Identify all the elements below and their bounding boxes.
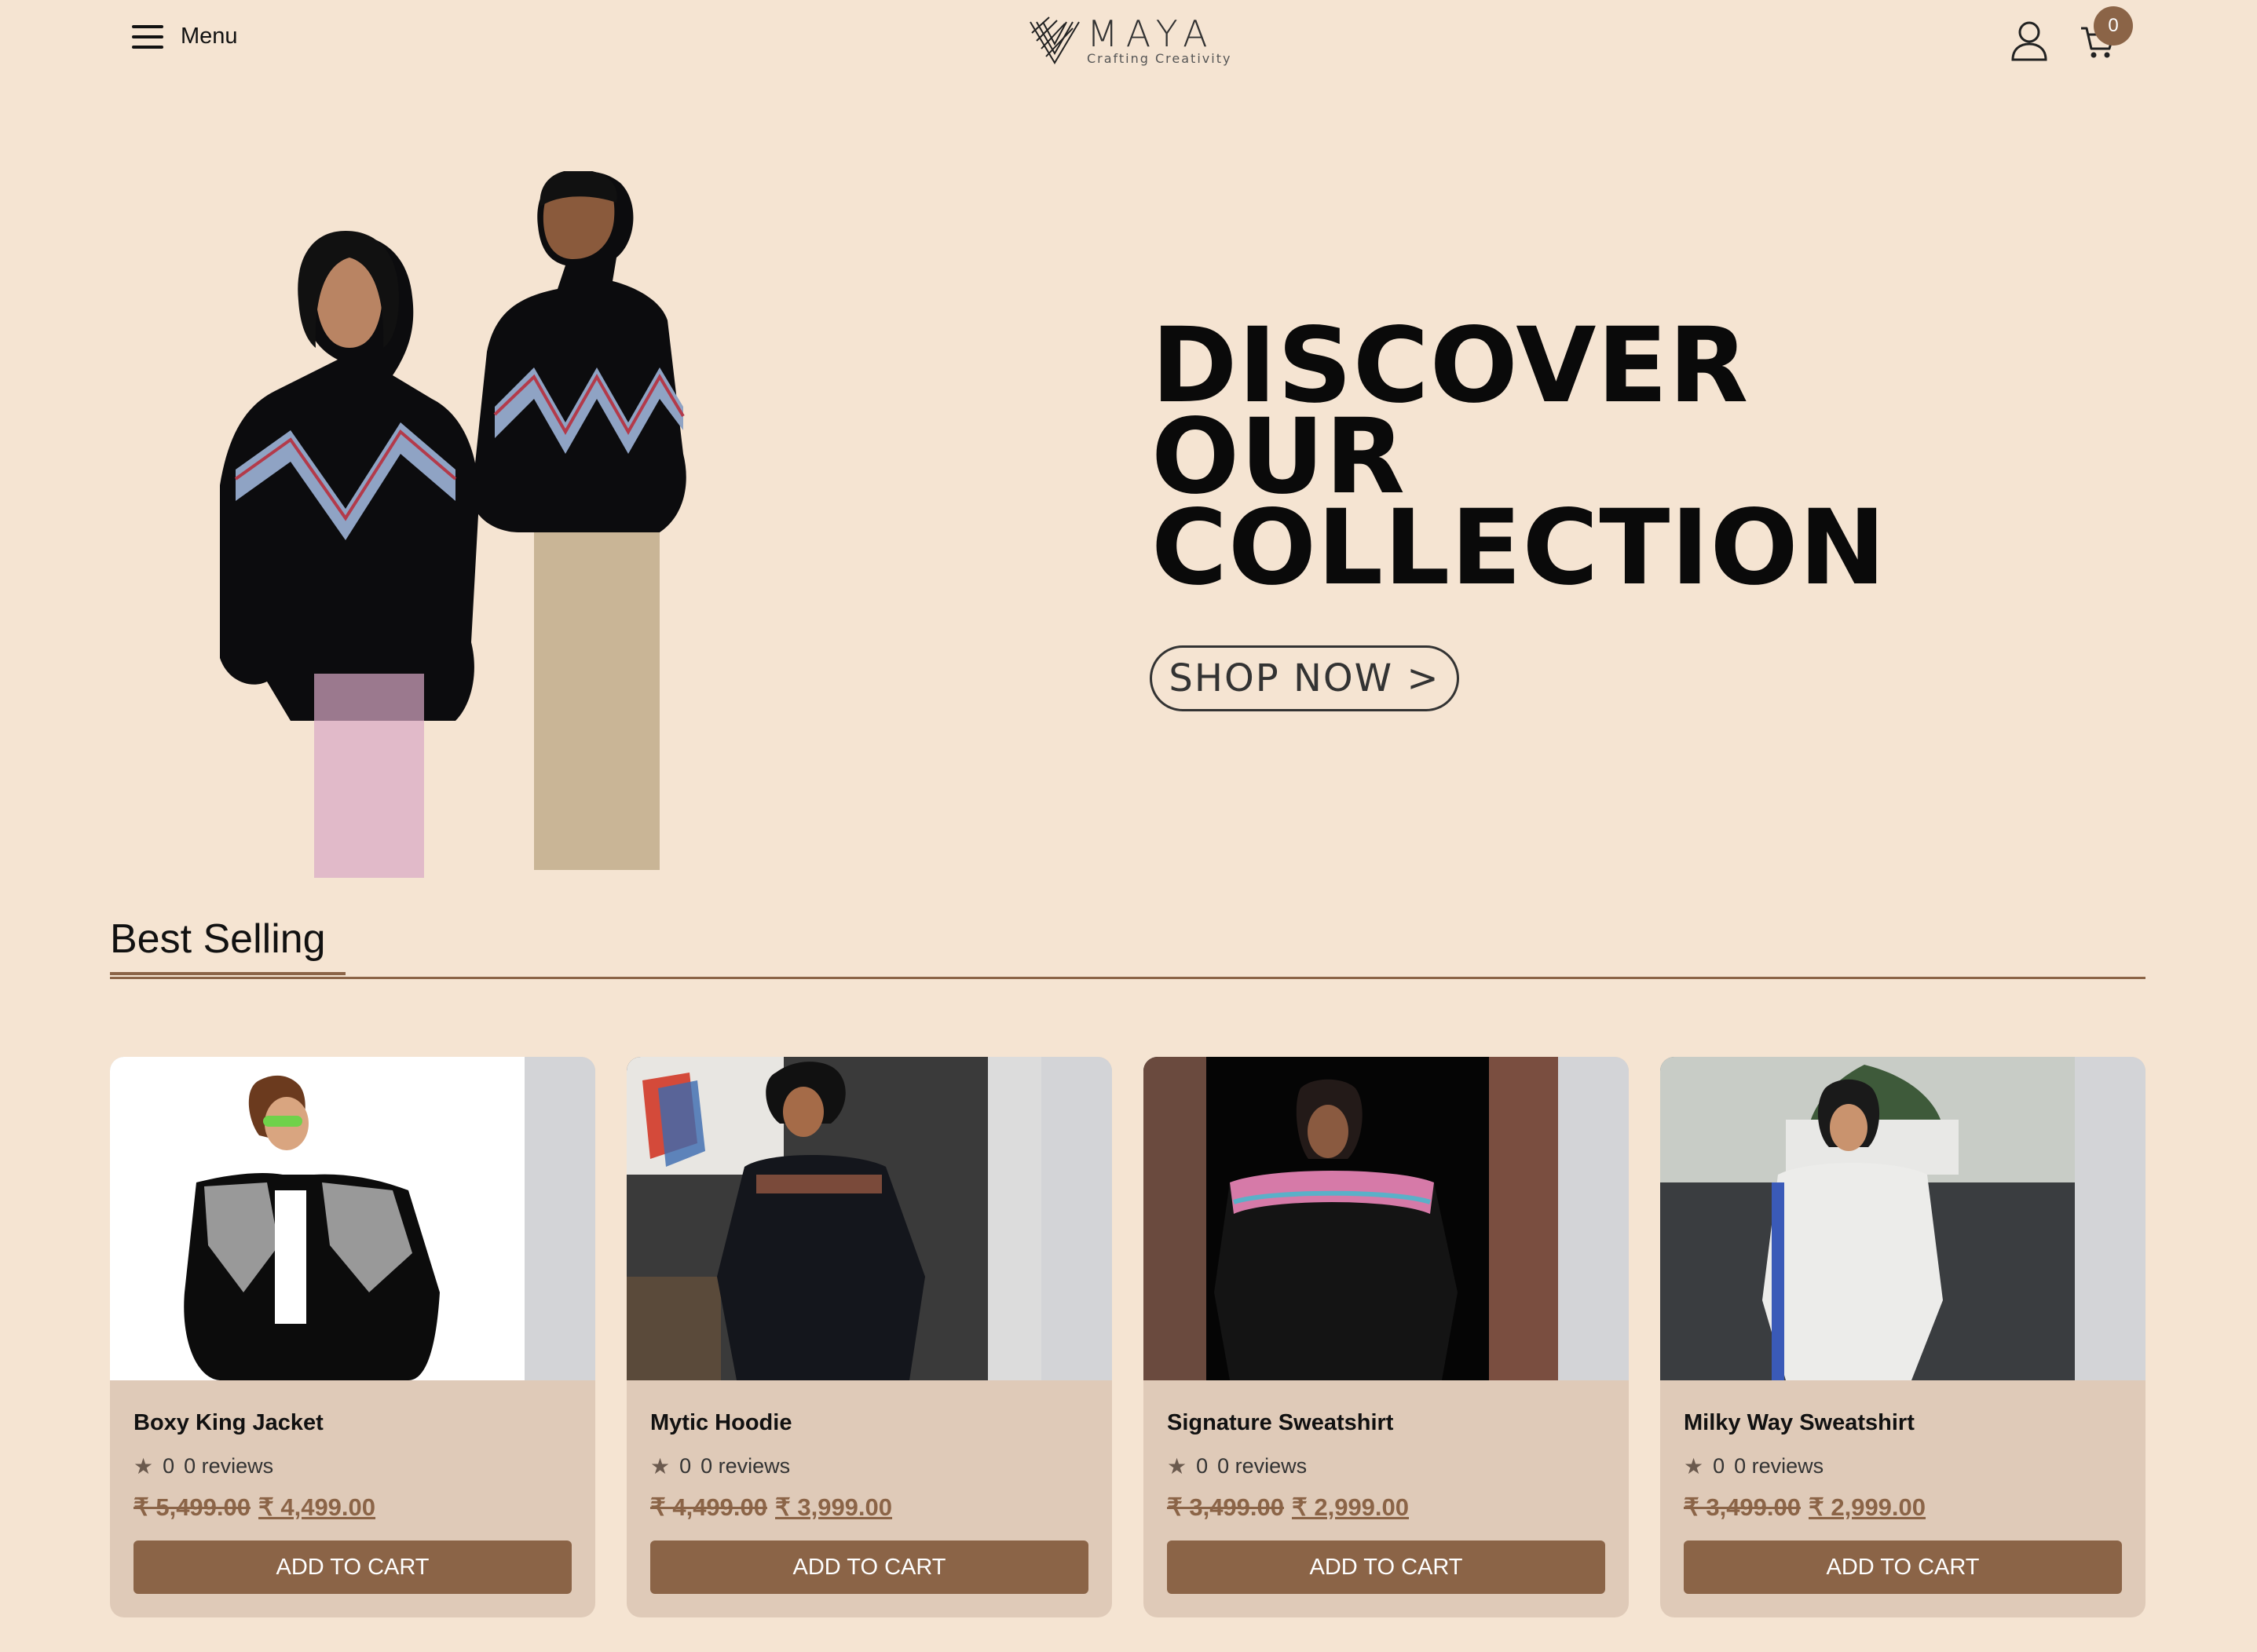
logo-mark-icon: [1030, 16, 1080, 64]
hamburger-icon: [132, 24, 163, 49]
product-card[interactable]: Signature Sweatshirt ★ 0 0 reviews ₹ 3,4…: [1143, 1057, 1629, 1617]
product-card[interactable]: Boxy King Jacket ★ 0 0 reviews ₹ 5,499.0…: [110, 1057, 595, 1617]
sale-price: ₹ 2,999.00: [1292, 1493, 1410, 1521]
product-image[interactable]: [1143, 1057, 1629, 1380]
product-rating: ★ 0 0 reviews: [134, 1453, 572, 1479]
rating-value: 0: [1713, 1454, 1725, 1478]
product-rating: ★ 0 0 reviews: [1167, 1453, 1605, 1479]
logo-name: MAYA: [1087, 12, 1216, 55]
star-icon: ★: [1167, 1454, 1187, 1478]
section-title: Best Selling: [110, 916, 326, 962]
site-header: Menu MAYA Crafting Creativity 0: [0, 0, 2257, 85]
product-card[interactable]: Mytic Hoodie ★ 0 0 reviews ₹ 4,499.00 ₹ …: [627, 1057, 1112, 1617]
user-icon[interactable]: [2010, 20, 2048, 61]
cart-count-badge: 0: [2094, 6, 2133, 46]
review-count: 0 reviews: [1734, 1454, 1824, 1478]
sale-price: ₹ 2,999.00: [1809, 1493, 1926, 1521]
rating-value: 0: [1196, 1454, 1209, 1478]
product-photo-milky-way-sweatshirt: [1660, 1057, 2075, 1380]
menu-button[interactable]: Menu: [132, 24, 238, 49]
product-image[interactable]: [627, 1057, 1112, 1380]
hero-title: DISCOVER OUR COLLECTION: [1151, 314, 1887, 609]
add-to-cart-button[interactable]: ADD TO CART: [650, 1541, 1088, 1594]
shop-now-button[interactable]: SHOP NOW >: [1150, 645, 1459, 711]
add-to-cart-button[interactable]: ADD TO CART: [1167, 1541, 1605, 1594]
product-rating: ★ 0 0 reviews: [650, 1453, 1088, 1479]
product-price: ₹ 3,499.00 ₹ 2,999.00: [1684, 1493, 2122, 1522]
review-count: 0 reviews: [701, 1454, 791, 1478]
product-image[interactable]: [1660, 1057, 2145, 1380]
product-name[interactable]: Boxy King Jacket: [134, 1410, 572, 1436]
product-image[interactable]: [110, 1057, 595, 1380]
product-grid: Boxy King Jacket ★ 0 0 reviews ₹ 5,499.0…: [110, 1057, 2145, 1617]
sale-price: ₹ 4,499.00: [258, 1493, 376, 1521]
hero-title-line-3: COLLECTION: [1151, 488, 1887, 609]
product-name[interactable]: Signature Sweatshirt: [1167, 1410, 1605, 1436]
old-price: ₹ 4,499.00: [650, 1493, 768, 1521]
hero-banner: DISCOVER OUR COLLECTION SHOP NOW >: [0, 85, 2257, 878]
old-price: ₹ 5,499.00: [134, 1493, 251, 1521]
rating-value: 0: [679, 1454, 692, 1478]
product-name[interactable]: Milky Way Sweatshirt: [1684, 1410, 2122, 1436]
section-divider-accent: [110, 972, 346, 975]
product-rating: ★ 0 0 reviews: [1684, 1453, 2122, 1479]
product-card[interactable]: Milky Way Sweatshirt ★ 0 0 reviews ₹ 3,4…: [1660, 1057, 2145, 1617]
old-price: ₹ 3,499.00: [1684, 1493, 1802, 1521]
review-count: 0 reviews: [184, 1454, 274, 1478]
site-logo[interactable]: MAYA Crafting Creativity: [1029, 16, 1231, 66]
old-price: ₹ 3,499.00: [1167, 1493, 1285, 1521]
product-price: ₹ 5,499.00 ₹ 4,499.00: [134, 1493, 572, 1522]
menu-label: Menu: [181, 24, 238, 49]
logo-tagline: Crafting Creativity: [1087, 50, 1232, 66]
product-price: ₹ 4,499.00 ₹ 3,999.00: [650, 1493, 1088, 1522]
star-icon: ★: [650, 1454, 671, 1478]
rating-value: 0: [163, 1454, 175, 1478]
star-icon: ★: [134, 1454, 154, 1478]
product-price: ₹ 3,499.00 ₹ 2,999.00: [1167, 1493, 1605, 1522]
section-divider: [110, 977, 2145, 979]
star-icon: ★: [1684, 1454, 1704, 1478]
product-photo-mytic-hoodie: [627, 1057, 1041, 1380]
sale-price: ₹ 3,999.00: [775, 1493, 893, 1521]
product-photo-signature-sweatshirt: [1143, 1057, 1558, 1380]
product-name[interactable]: Mytic Hoodie: [650, 1410, 1088, 1436]
add-to-cart-button[interactable]: ADD TO CART: [1684, 1541, 2122, 1594]
add-to-cart-button[interactable]: ADD TO CART: [134, 1541, 572, 1594]
product-photo-boxy-king-jacket: [110, 1057, 525, 1380]
hero-models-image: [220, 171, 686, 878]
review-count: 0 reviews: [1217, 1454, 1308, 1478]
